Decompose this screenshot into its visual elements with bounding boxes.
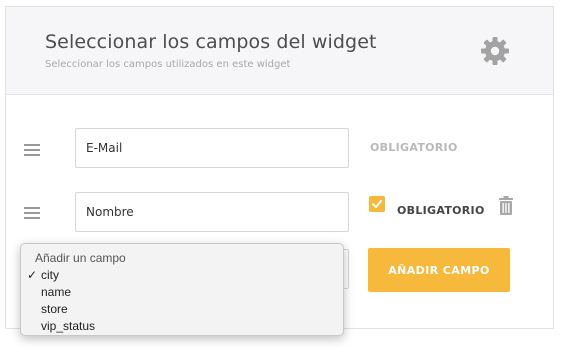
drag-handle-icon[interactable]	[24, 144, 40, 159]
field-input-email[interactable]	[75, 128, 349, 168]
page-subtitle: Seleccionar los campos utilizados en est…	[45, 59, 291, 70]
page-title: Seleccionar los campos del widget	[45, 31, 377, 53]
drag-handle-icon[interactable]	[24, 207, 40, 222]
option-label: name	[41, 285, 72, 299]
dropdown-option-store[interactable]: store	[21, 301, 343, 318]
add-field-button[interactable]: AÑADIR CAMPO	[368, 248, 510, 292]
required-label-email: OBLIGATORIO	[370, 141, 458, 154]
gear-icon[interactable]	[480, 36, 510, 66]
required-checkbox[interactable]	[369, 196, 385, 212]
option-label: store	[41, 302, 68, 316]
dropdown-placeholder: Añadir un campo	[35, 251, 126, 265]
dropdown-option-vip-status[interactable]: vip_status	[21, 318, 343, 335]
required-label-nombre: OBLIGATORIO	[397, 204, 485, 217]
option-label: vip_status	[41, 319, 96, 333]
dropdown-option-name[interactable]: name	[21, 284, 343, 301]
option-label: city	[41, 268, 59, 282]
checkmark-icon: ✓	[27, 268, 38, 282]
trash-icon[interactable]	[498, 196, 514, 216]
dropdown-option-city[interactable]: ✓ city	[21, 267, 343, 284]
field-input-nombre[interactable]	[75, 192, 349, 232]
add-field-dropdown[interactable]: Añadir un campo ✓ city name store vip_st…	[20, 243, 344, 336]
panel-header: Seleccionar los campos del widget Selecc…	[6, 7, 553, 95]
